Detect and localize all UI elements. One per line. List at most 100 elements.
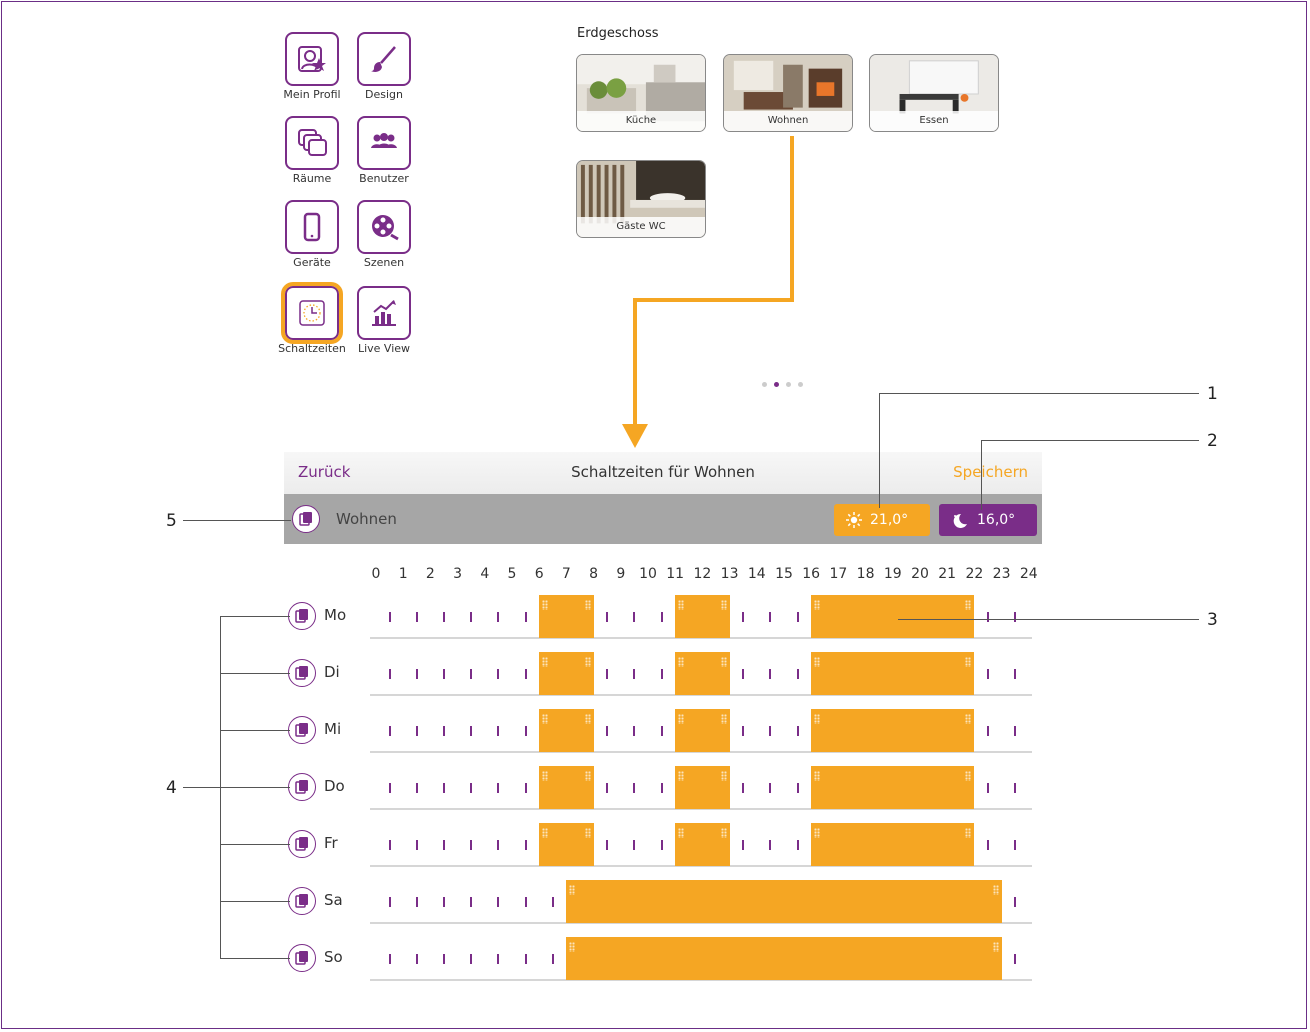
drag-handle-end[interactable] xyxy=(965,714,972,724)
room-tile-kueche[interactable]: Küche xyxy=(576,54,706,132)
menu-design[interactable]: Design xyxy=(348,32,420,101)
heating-time-block[interactable] xyxy=(811,766,975,809)
drag-handle-start[interactable] xyxy=(678,657,685,667)
hour-tick xyxy=(1014,783,1017,793)
heating-time-block[interactable] xyxy=(539,823,594,866)
drag-handle-end[interactable] xyxy=(584,600,591,610)
drag-handle-end[interactable] xyxy=(992,885,999,895)
hour-tick xyxy=(633,840,636,850)
heating-time-block[interactable] xyxy=(675,595,730,638)
drag-handle-start[interactable] xyxy=(814,600,821,610)
connector-line xyxy=(790,136,794,300)
drag-handle-end[interactable] xyxy=(992,942,999,952)
callout-line xyxy=(220,617,221,959)
copy-day-button[interactable] xyxy=(288,944,316,972)
heating-time-block[interactable] xyxy=(675,823,730,866)
menu-mein-profil[interactable]: Mein Profil xyxy=(276,32,348,101)
hour-tick xyxy=(660,669,663,679)
heating-time-block[interactable] xyxy=(539,766,594,809)
drag-handle-end[interactable] xyxy=(720,657,727,667)
hour-label: 1 xyxy=(398,566,408,582)
drag-handle-start[interactable] xyxy=(542,714,549,724)
menu-raeume[interactable]: Räume xyxy=(276,116,348,185)
heating-time-block[interactable] xyxy=(675,709,730,752)
day-temperature-button[interactable]: 21,0° xyxy=(834,504,930,536)
drag-handle-end[interactable] xyxy=(720,771,727,781)
heating-time-block[interactable] xyxy=(675,766,730,809)
menu-szenen[interactable]: Szenen xyxy=(348,200,420,269)
copy-day-button[interactable] xyxy=(288,887,316,915)
drag-handle-end[interactable] xyxy=(965,600,972,610)
drag-handle-start[interactable] xyxy=(569,942,576,952)
drag-handle-end[interactable] xyxy=(720,714,727,724)
drag-handle-start[interactable] xyxy=(542,657,549,667)
drag-handle-end[interactable] xyxy=(584,657,591,667)
drag-handle-start[interactable] xyxy=(678,600,685,610)
heating-time-block[interactable] xyxy=(566,937,1002,980)
copy-day-button[interactable] xyxy=(288,659,316,687)
copy-day-button[interactable] xyxy=(288,602,316,630)
hour-tick xyxy=(388,669,391,679)
hour-label: 11 xyxy=(666,566,685,582)
hour-tick xyxy=(1014,726,1017,736)
copy-day-button[interactable] xyxy=(288,716,316,744)
heating-time-block[interactable] xyxy=(811,709,975,752)
drag-handle-end[interactable] xyxy=(720,828,727,838)
copy-icon xyxy=(295,780,308,794)
heating-time-block[interactable] xyxy=(811,652,975,695)
drag-handle-end[interactable] xyxy=(584,828,591,838)
drag-handle-start[interactable] xyxy=(814,714,821,724)
copy-day-button[interactable] xyxy=(288,830,316,858)
night-temperature-button[interactable]: 16,0° xyxy=(939,504,1037,536)
drag-handle-end[interactable] xyxy=(720,600,727,610)
heating-time-block[interactable] xyxy=(566,880,1002,923)
heating-time-block[interactable] xyxy=(675,652,730,695)
heating-time-block[interactable] xyxy=(539,652,594,695)
heating-time-block[interactable] xyxy=(811,823,975,866)
callout-number: 4 xyxy=(166,778,177,798)
drag-handle-start[interactable] xyxy=(542,828,549,838)
hour-tick xyxy=(660,840,663,850)
drag-handle-end[interactable] xyxy=(965,771,972,781)
hour-tick xyxy=(660,783,663,793)
drag-handle-start[interactable] xyxy=(678,828,685,838)
drag-handle-start[interactable] xyxy=(814,828,821,838)
hour-tick xyxy=(660,726,663,736)
save-button[interactable]: Speichern xyxy=(953,463,1028,481)
heating-time-block[interactable] xyxy=(811,595,975,638)
drag-handle-start[interactable] xyxy=(542,771,549,781)
drag-handle-end[interactable] xyxy=(584,771,591,781)
callout-number: 1 xyxy=(1207,384,1218,404)
room-tile-essen[interactable]: Essen xyxy=(869,54,999,132)
heating-time-block[interactable] xyxy=(539,709,594,752)
copy-icon xyxy=(299,512,312,526)
hour-tick xyxy=(524,783,527,793)
copy-day-button[interactable] xyxy=(288,773,316,801)
hour-tick xyxy=(388,840,391,850)
drag-handle-end[interactable] xyxy=(965,657,972,667)
drag-handle-start[interactable] xyxy=(678,771,685,781)
callout-line xyxy=(220,844,290,845)
drag-handle-start[interactable] xyxy=(814,657,821,667)
sun-icon xyxy=(846,512,862,528)
drag-handle-start[interactable] xyxy=(678,714,685,724)
copy-icon xyxy=(295,609,308,623)
drag-handle-start[interactable] xyxy=(814,771,821,781)
hour-tick xyxy=(497,726,500,736)
drag-handle-end[interactable] xyxy=(965,828,972,838)
copy-room-button[interactable] xyxy=(292,505,320,533)
menu-geraete[interactable]: Geräte xyxy=(276,200,348,269)
room-tile-gaeste-wc[interactable]: Gäste WC xyxy=(576,160,706,238)
menu-live-view[interactable]: Live View xyxy=(348,286,420,355)
hour-label: 18 xyxy=(856,566,875,582)
callout-line xyxy=(981,440,1199,441)
menu-benutzer[interactable]: Benutzer xyxy=(348,116,420,185)
drag-handle-end[interactable] xyxy=(584,714,591,724)
hour-tick xyxy=(443,669,445,679)
drag-handle-start[interactable] xyxy=(569,885,576,895)
menu-schaltzeiten[interactable]: Schaltzeiten xyxy=(276,282,348,355)
menu-label: Mein Profil xyxy=(283,88,341,101)
room-tile-wohnen[interactable]: Wohnen xyxy=(723,54,853,132)
drag-handle-start[interactable] xyxy=(542,600,549,610)
heating-time-block[interactable] xyxy=(539,595,594,638)
